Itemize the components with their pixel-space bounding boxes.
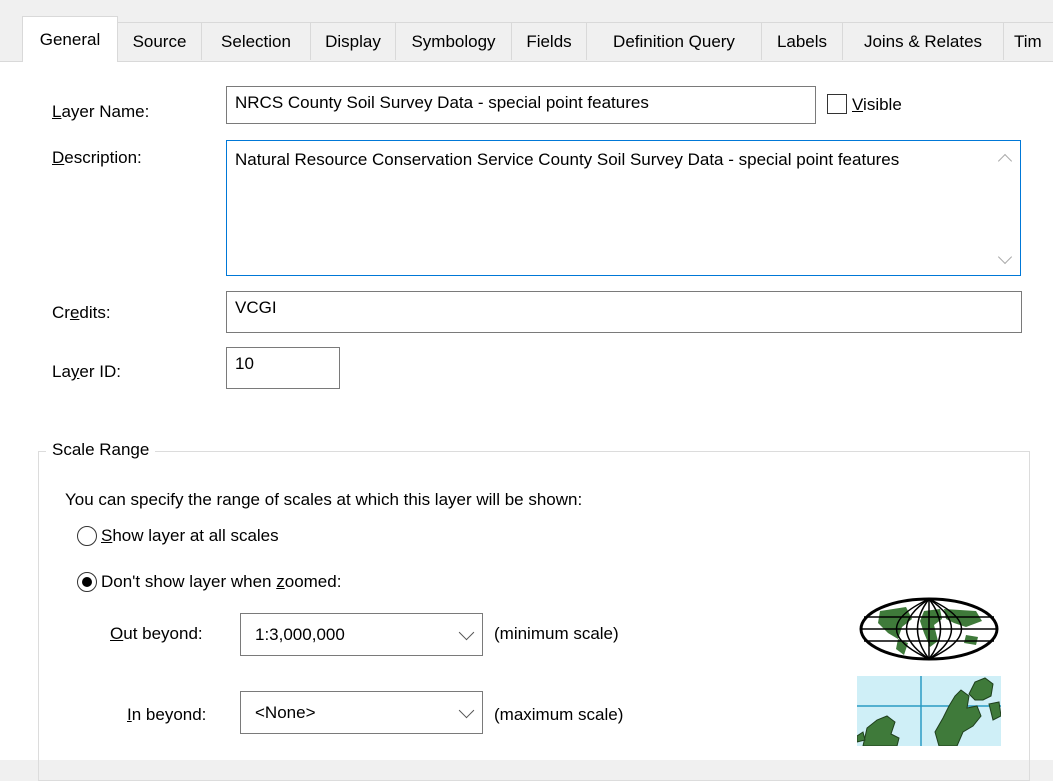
in-beyond-note: (maximum scale) [494,705,624,724]
tab-label: Definition Query [613,32,735,51]
tab-label: General [39,30,101,49]
tab-label: Tim [1014,32,1042,51]
tab-label: Selection [221,32,291,51]
tab-label: Joins & Relates [863,32,983,51]
scale-range-title: Scale Range [46,440,156,460]
out-beyond-value: 1:3,000,000 [255,624,345,644]
layer-name-value: NRCS County Soil Survey Data - special p… [235,93,649,112]
radio-selected-dot [82,577,92,587]
out-beyond-note: (minimum scale) [494,624,619,643]
show-all-scales-label: Show layer at all scales [101,526,279,545]
show-all-scales-radio[interactable] [77,526,97,546]
tab-bar: General Source Selection Display Symbolo… [0,0,1053,67]
in-beyond-dropdown[interactable]: <None> [240,691,483,734]
scale-range-instructions: You can specify the range of scales at w… [65,490,583,509]
tab-display[interactable]: Display [310,22,396,60]
tab-label: Symbology [411,32,496,51]
in-beyond-value: <None> [255,702,316,722]
layer-name-label: Layer Name: [52,102,150,121]
credits-value: VCGI [235,298,277,317]
tab-label: Source [132,32,187,51]
dont-show-when-zoomed-radio[interactable] [77,572,97,592]
in-beyond-label: In beyond: [127,705,207,724]
description-value: Natural Resource Conservation Service Co… [235,150,900,169]
globe-icon [859,597,999,661]
tab-label: Fields [526,32,572,51]
tab-joins-relates[interactable]: Joins & Relates [842,22,1004,60]
tab-labels[interactable]: Labels [761,22,843,60]
europe-map-icon [857,676,1001,746]
tab-source[interactable]: Source [117,22,202,60]
description-textarea[interactable]: Natural Resource Conservation Service Co… [226,140,1021,276]
chevron-down-icon [458,702,475,718]
layer-id-value: 10 [235,354,254,373]
credits-input[interactable]: VCGI [226,291,1022,333]
visible-label: Visible [852,95,902,114]
layer-id-label: Layer ID: [52,362,121,381]
chevron-down-icon [458,624,475,640]
visible-checkbox[interactable] [827,94,847,114]
tab-time[interactable]: Tim [1003,22,1053,60]
out-beyond-label: Out beyond: [110,624,203,643]
tab-symbology[interactable]: Symbology [395,22,512,60]
tab-fields[interactable]: Fields [511,22,587,60]
tab-general[interactable]: General [22,16,118,62]
tab-label: Display [325,32,381,51]
tab-definition-query[interactable]: Definition Query [586,22,762,60]
out-beyond-dropdown[interactable]: 1:3,000,000 [240,613,483,656]
credits-label: Credits: [52,303,111,322]
description-label: Description: [52,148,142,167]
dont-show-when-zoomed-label: Don't show layer when zoomed: [101,572,342,591]
tab-label: Labels [776,32,828,51]
tab-selection[interactable]: Selection [201,22,311,60]
layer-id-input[interactable]: 10 [226,347,340,389]
layer-name-input[interactable]: NRCS County Soil Survey Data - special p… [226,86,816,124]
